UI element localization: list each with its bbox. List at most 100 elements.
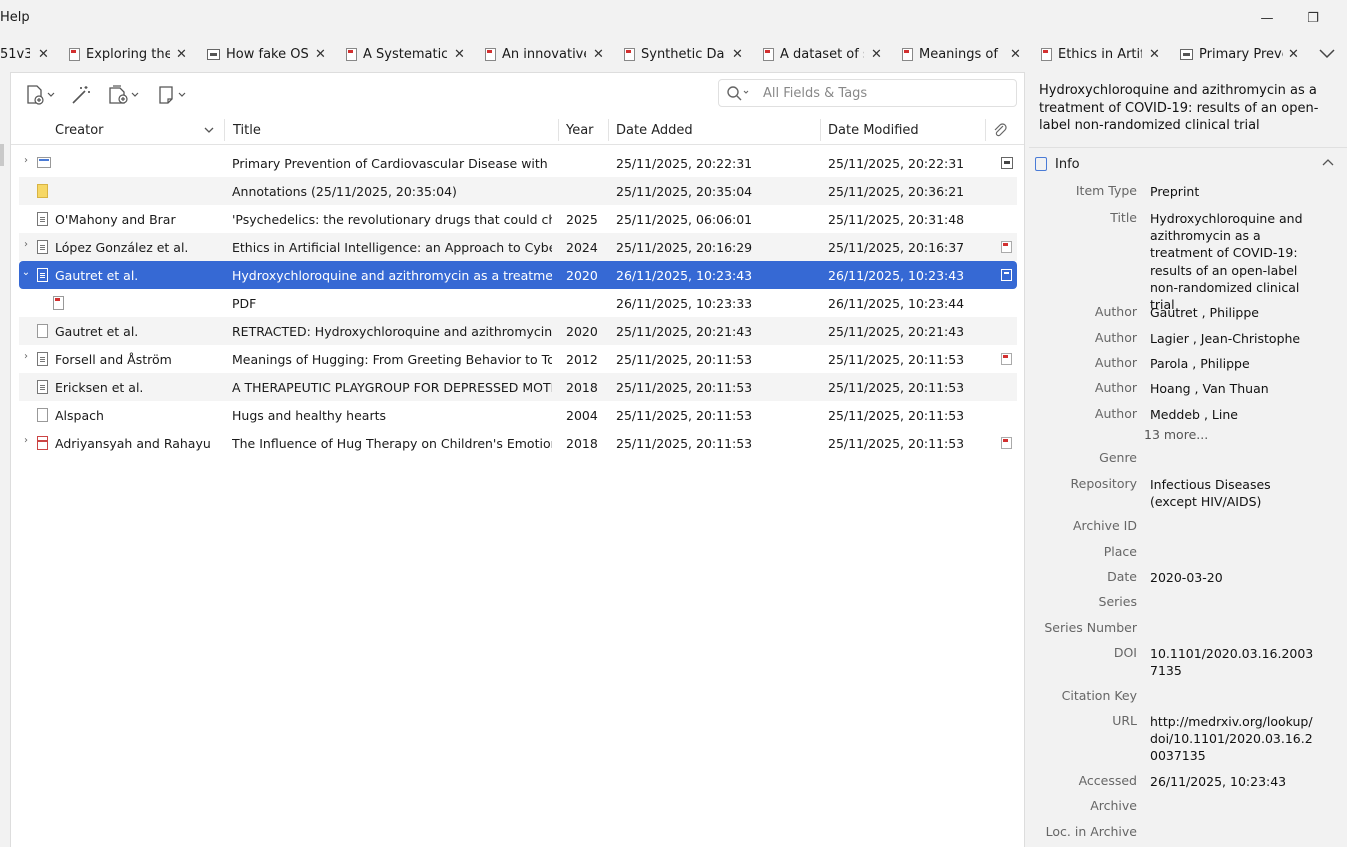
field-value[interactable]: 26/11/2025, 10:23:43 <box>1150 773 1320 790</box>
column-separator[interactable] <box>558 119 559 141</box>
document-icon <box>37 212 48 226</box>
item-row[interactable]: O'Mahony and Brar 'Psychedelics: the rev… <box>19 205 1017 233</box>
field-label: Author <box>1094 355 1137 370</box>
field-value[interactable]: Lagier , Jean-Christophe <box>1150 330 1320 347</box>
document-icon <box>37 380 48 394</box>
tab[interactable]: Primary Preven ✕ <box>1180 44 1305 64</box>
item-row[interactable]: › Adriyansyah and Rahayu The Influence o… <box>19 429 1017 457</box>
tab[interactable]: Meanings of H ✕ <box>902 44 1027 64</box>
column-date-added[interactable]: Date Added <box>616 123 693 138</box>
field-value[interactable]: Hoang , Van Thuan <box>1150 380 1320 397</box>
sort-chevron-down-icon[interactable] <box>203 125 215 135</box>
menu-help[interactable]: Help <box>0 10 30 25</box>
collapse-chevron-icon[interactable]: ⌄ <box>19 267 33 281</box>
field-value[interactable]: http://medrxiv.org/lookup/doi/10.1101/20… <box>1150 713 1320 765</box>
info-section-header[interactable]: Info <box>1035 154 1080 174</box>
attachment-paperclip-icon[interactable] <box>992 122 1008 138</box>
field-value[interactable]: Infectious Diseases (except HIV/AIDS) <box>1150 476 1320 510</box>
close-icon[interactable]: ✕ <box>732 47 743 62</box>
tabs-overflow-chevron-icon[interactable] <box>1316 44 1338 64</box>
add-attachment-button[interactable] <box>107 83 143 107</box>
document-icon <box>37 268 48 282</box>
field-value[interactable]: Hydroxychloroquine and azithromycin as a… <box>1150 210 1320 313</box>
item-row[interactable]: PDF 26/11/2025, 10:23:33 26/11/2025, 10:… <box>19 289 1017 317</box>
left-pane-handle[interactable] <box>0 144 4 166</box>
close-icon[interactable]: ✕ <box>38 47 49 62</box>
item-row-selected[interactable]: ⌄ Gautret et al. Hydroxychloroquine and … <box>19 261 1017 289</box>
close-icon[interactable]: ✕ <box>315 47 326 62</box>
tab[interactable]: 51v3 ✕ <box>0 44 55 64</box>
item-row[interactable]: Alspach Hugs and healthy hearts 2004 25/… <box>19 401 1017 429</box>
field-label: Author <box>1094 304 1137 319</box>
item-row[interactable]: Ericksen et al. A THERAPEUTIC PLAYGROUP … <box>19 373 1017 401</box>
field-label: Series <box>1098 594 1137 609</box>
field-value[interactable]: Gautret , Philippe <box>1150 304 1320 321</box>
close-icon[interactable]: ✕ <box>593 47 604 62</box>
tab-bar: 51v3 ✕ Exploring the I ✕ How fake OSIN ✕… <box>0 36 1347 72</box>
cell-date-modified: 25/11/2025, 20:31:48 <box>828 212 965 227</box>
snapshot-attachment-icon[interactable] <box>1001 157 1013 169</box>
cell-title: RETRACTED: Hydroxychloroquine and azithr… <box>232 324 552 339</box>
minimize-button[interactable]: — <box>1252 8 1282 28</box>
field-label: Series Number <box>1044 620 1137 635</box>
column-separator[interactable] <box>608 119 609 141</box>
tab-label: Ethics in Artific <box>1058 46 1142 62</box>
item-row[interactable]: Annotations (25/11/2025, 20:35:04) 25/11… <box>19 177 1017 205</box>
chevron-up-icon[interactable] <box>1321 156 1335 170</box>
column-separator[interactable] <box>820 119 821 141</box>
field-value[interactable]: 10.1101/2020.03.16.20037135 <box>1150 645 1320 679</box>
cell-title: The Influence of Hug Therapy on Children… <box>232 436 552 451</box>
tab[interactable]: A Systematic R ✕ <box>346 44 471 64</box>
column-year[interactable]: Year <box>566 123 594 138</box>
expand-chevron-icon[interactable]: › <box>19 351 33 365</box>
item-row[interactable]: › López González et al. Ethics in Artifi… <box>19 233 1017 261</box>
pdf-attachment-icon[interactable] <box>1001 437 1012 449</box>
restore-button[interactable]: ❐ <box>1298 8 1328 28</box>
item-title-header[interactable]: Hydroxychloroquine and azithromycin as a… <box>1039 82 1335 135</box>
tab[interactable]: Exploring the I ✕ <box>69 44 192 64</box>
tab[interactable]: A dataset of sy ✕ <box>763 44 888 64</box>
tab[interactable]: Ethics in Artific ✕ <box>1041 44 1166 64</box>
tab[interactable]: Synthetic Data ✕ <box>624 44 749 64</box>
expand-chevron-icon[interactable]: › <box>19 155 33 169</box>
cell-year: 2020 <box>566 268 598 283</box>
add-by-identifier-button[interactable] <box>69 83 93 107</box>
cell-date-added: 25/11/2025, 20:11:53 <box>616 408 753 423</box>
field-value[interactable]: Parola , Philippe <box>1150 355 1320 372</box>
search-field[interactable]: All Fields & Tags <box>718 79 1017 107</box>
cell-creator: Alspach <box>55 408 104 423</box>
tab[interactable]: How fake OSIN ✕ <box>207 44 332 64</box>
column-title[interactable]: Title <box>233 123 261 138</box>
snapshot-icon <box>207 48 220 60</box>
new-item-button[interactable] <box>25 83 59 107</box>
new-note-button[interactable] <box>157 83 189 107</box>
field-label: Author <box>1094 406 1137 421</box>
cell-date-modified: 25/11/2025, 20:22:31 <box>828 156 965 171</box>
field-value[interactable]: 2020-03-20 <box>1150 569 1320 586</box>
item-row[interactable]: › Forsell and Åström Meanings of Hugging… <box>19 345 1017 373</box>
new-note-icon <box>159 86 186 104</box>
field-value[interactable]: Meddeb , Line <box>1150 406 1320 423</box>
close-icon[interactable]: ✕ <box>176 47 187 62</box>
tab[interactable]: An innovative ( ✕ <box>485 44 610 64</box>
more-authors-link[interactable]: 13 more... <box>1144 427 1208 442</box>
column-separator[interactable] <box>224 119 225 141</box>
close-icon[interactable]: ✕ <box>454 47 465 62</box>
expand-chevron-icon[interactable]: › <box>19 435 33 449</box>
pdf-attachment-icon[interactable] <box>1001 241 1012 253</box>
column-date-modified[interactable]: Date Modified <box>828 123 919 138</box>
item-row[interactable]: Gautret et al. RETRACTED: Hydroxychloroq… <box>19 317 1017 345</box>
attachment-icon[interactable] <box>1001 269 1012 281</box>
cell-title: Primary Prevention of Cardiovascular Dis… <box>232 156 552 171</box>
close-icon[interactable]: ✕ <box>1149 47 1160 62</box>
pdf-attachment-icon[interactable] <box>1001 353 1012 365</box>
expand-chevron-icon[interactable]: › <box>19 239 33 253</box>
column-creator[interactable]: Creator <box>55 123 104 138</box>
field-value[interactable]: Preprint <box>1150 183 1320 200</box>
item-row[interactable]: › Primary Prevention of Cardiovascular D… <box>19 149 1017 177</box>
items-pane: All Fields & Tags Creator Title Year Dat… <box>10 72 1024 847</box>
column-separator[interactable] <box>985 119 986 141</box>
close-icon[interactable]: ✕ <box>871 47 882 62</box>
close-icon[interactable]: ✕ <box>1288 47 1299 62</box>
close-icon[interactable]: ✕ <box>1010 47 1021 62</box>
